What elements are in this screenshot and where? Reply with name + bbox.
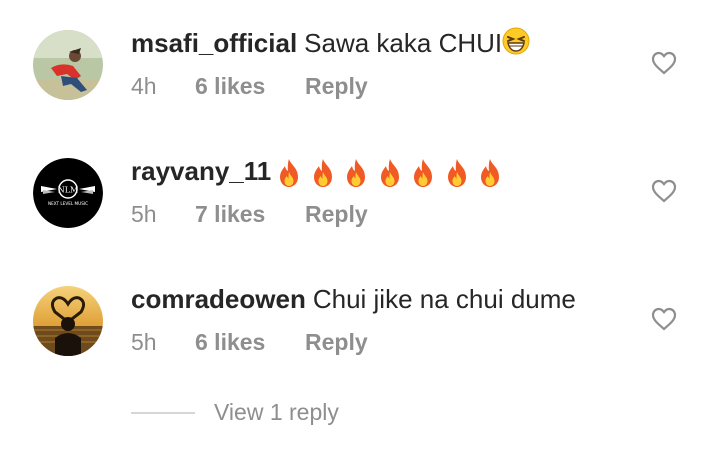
comment-likes[interactable]: 6 likes	[195, 326, 305, 358]
comment-time: 5h	[131, 201, 157, 227]
reply-button[interactable]: Reply	[305, 329, 368, 355]
comment-username[interactable]: msafi_official	[131, 28, 297, 58]
comment-line: comradeowen Chui jike na chui dume	[131, 281, 576, 317]
comment-username[interactable]: comradeowen	[131, 284, 306, 314]
comment-line: msafi_official Sawa kaka CHUI	[131, 25, 530, 64]
comment-item: NLM NEXT LEVEL MUSIC rayvany_11 5h 7 like…	[0, 128, 720, 256]
comment-time: 4h	[131, 73, 157, 99]
fire-icon	[311, 158, 335, 188]
fire-icon	[445, 158, 469, 188]
comment-item: msafi_official Sawa kaka CHUI 4h 6 likes Re…	[0, 0, 720, 128]
comment-likes[interactable]: 7 likes	[195, 198, 305, 230]
comment-meta: 5h 7 likes Reply	[131, 198, 368, 230]
comment-item: comradeowen Chui jike na chui dume 5h 6 li…	[0, 256, 720, 384]
grinning-squinting-face-icon	[502, 27, 530, 64]
comment-text: Sawa kaka CHUI	[304, 28, 503, 58]
fire-icon	[378, 158, 402, 188]
fire-icon	[277, 158, 301, 188]
comment-line: rayvany_11	[131, 153, 512, 189]
reply-button[interactable]: Reply	[305, 73, 368, 99]
comment-text: Chui jike na chui dume	[312, 284, 576, 314]
heart-outline-icon[interactable]	[651, 51, 677, 75]
comment-likes[interactable]: 6 likes	[195, 70, 305, 102]
comment-username[interactable]: rayvany_11	[131, 156, 271, 186]
fire-icon	[478, 158, 502, 188]
comment-meta: 4h 6 likes Reply	[131, 70, 368, 102]
heart-outline-icon[interactable]	[651, 307, 677, 331]
comment-meta: 5h 6 likes Reply	[131, 326, 368, 358]
fire-emoji-row	[277, 153, 512, 189]
avatar[interactable]: NLM NEXT LEVEL MUSIC	[33, 158, 103, 228]
reply-button[interactable]: Reply	[305, 201, 368, 227]
fire-icon	[411, 158, 435, 188]
replies-divider	[131, 412, 195, 414]
fire-icon	[344, 158, 368, 188]
avatar-logo-text: NLM	[58, 186, 79, 195]
heart-outline-icon[interactable]	[651, 179, 677, 203]
avatar-logo-subtext: NEXT LEVEL MUSIC	[48, 201, 88, 206]
view-replies-label[interactable]: View 1 reply	[214, 396, 339, 428]
avatar[interactable]	[33, 30, 103, 100]
avatar[interactable]	[33, 286, 103, 356]
comment-time: 5h	[131, 329, 157, 355]
